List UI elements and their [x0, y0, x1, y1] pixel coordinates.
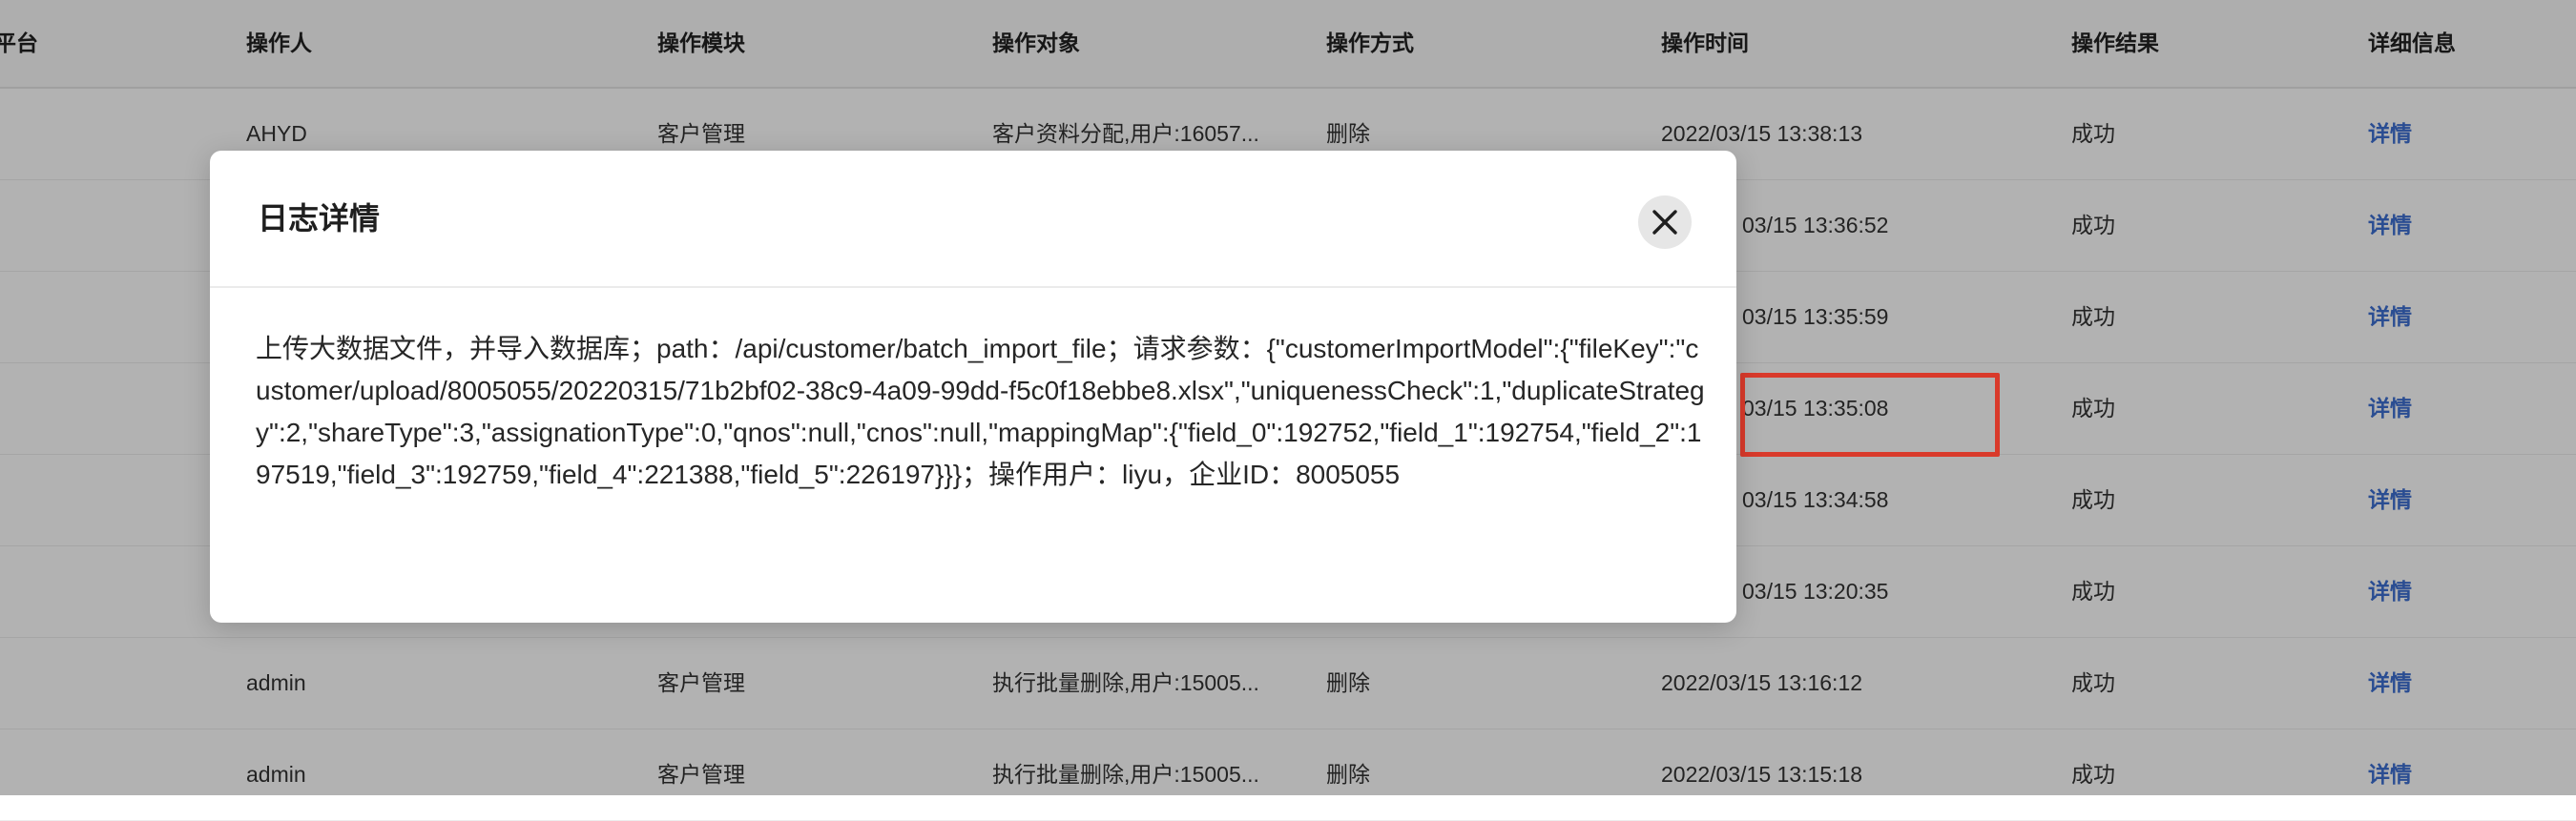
- dialog-header: 日志详情: [210, 151, 1736, 288]
- close-button[interactable]: [1638, 195, 1692, 249]
- log-detail-dialog: 日志详情 上传大数据文件，并导入数据库；path：/api/customer/b…: [210, 151, 1736, 623]
- close-icon: [1652, 210, 1677, 235]
- dialog-body-text: 上传大数据文件，并导入数据库；path：/api/customer/batch_…: [256, 334, 1705, 489]
- dialog-title: 日志详情: [258, 201, 381, 236]
- highlight-box: [1740, 373, 2000, 457]
